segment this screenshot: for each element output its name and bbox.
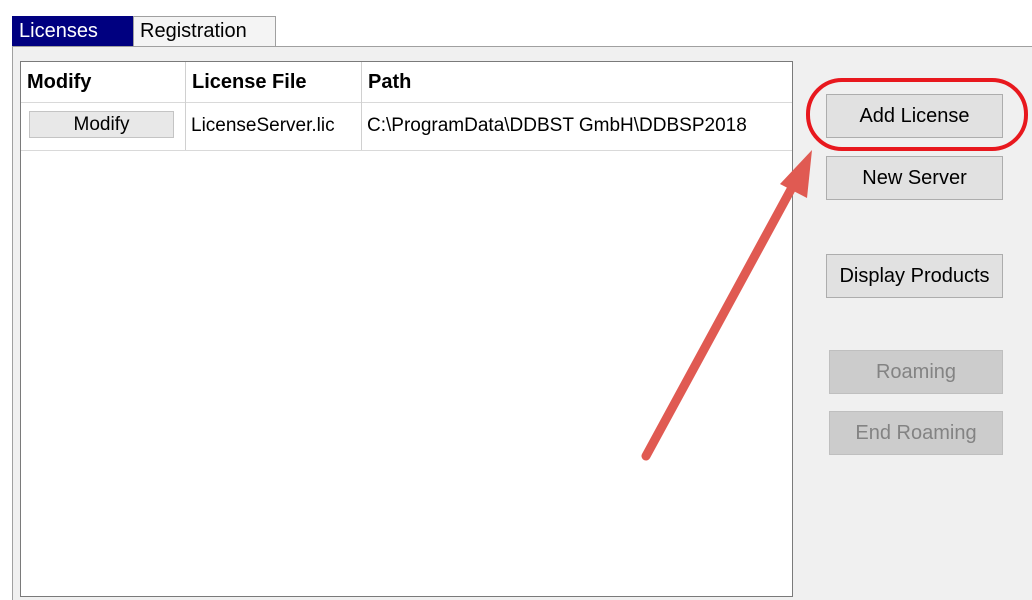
end-roaming-button: End Roaming [829, 411, 1003, 455]
new-server-button[interactable]: New Server [826, 156, 1003, 200]
path-cell[interactable]: C:\ProgramData\DDBST GmbH\DDBSP2018 [362, 102, 792, 150]
tab-registration[interactable]: Registration [133, 16, 276, 46]
grid-header-row: Modify License File Path [21, 62, 792, 103]
license-file-cell[interactable]: LicenseServer.lic [186, 102, 362, 150]
roaming-button: Roaming [829, 350, 1003, 394]
modify-button[interactable]: Modify [29, 111, 174, 138]
column-header-path[interactable]: Path [362, 62, 792, 102]
table-row[interactable]: Modify LicenseServer.lic C:\ProgramData\… [21, 102, 792, 151]
modify-cell: Modify [21, 102, 186, 150]
license-grid[interactable]: Modify License File Path Modify LicenseS… [20, 61, 793, 597]
column-header-modify[interactable]: Modify [21, 62, 186, 102]
highlight-circle [806, 78, 1028, 151]
tab-licenses[interactable]: Licenses [12, 16, 133, 46]
column-header-license-file[interactable]: License File [186, 62, 362, 102]
display-products-button[interactable]: Display Products [826, 254, 1003, 298]
